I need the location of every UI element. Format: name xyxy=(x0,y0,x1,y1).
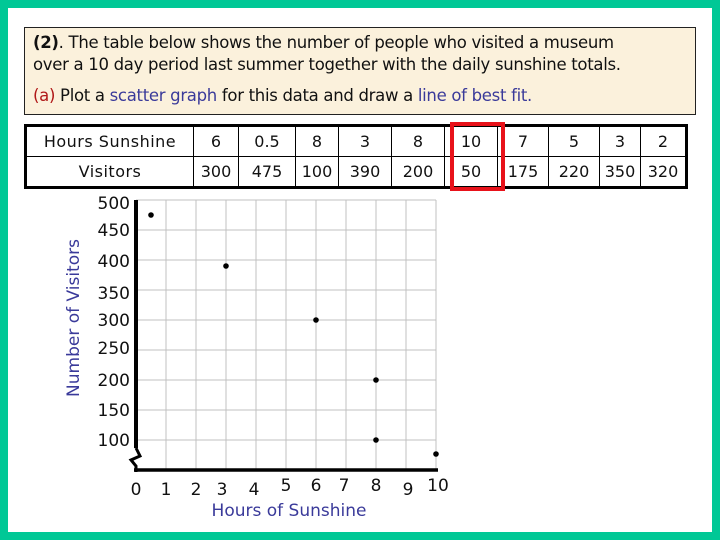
y-tick-label: 400 xyxy=(98,252,130,272)
x-tick-label: 8 xyxy=(371,476,382,496)
data-point xyxy=(313,317,319,323)
x-tick-label: 7 xyxy=(339,476,350,496)
data-point xyxy=(433,451,439,457)
x-tick-label: 6 xyxy=(311,476,322,496)
y-tick-label: 350 xyxy=(98,284,130,304)
y-tick-label: 250 xyxy=(98,339,130,359)
x-tick-label: 3 xyxy=(217,480,228,500)
data-point xyxy=(223,263,229,269)
x-tick-label: 2 xyxy=(191,480,202,500)
x-tick-label: 9 xyxy=(403,480,414,500)
data-point xyxy=(148,212,154,218)
x-tick-label: 4 xyxy=(249,480,260,500)
x-axis-title: Hours of Sunshine xyxy=(212,501,367,521)
x-tick-label: 10 xyxy=(427,476,449,496)
chart-grid xyxy=(136,199,437,470)
chart-points xyxy=(148,212,439,457)
x-tick-label: 0 xyxy=(131,480,142,500)
data-point xyxy=(373,377,379,383)
scatter-chart: 0 1 2 3 4 5 6 7 8 9 10100150200250300350400450500 … xyxy=(64,194,449,521)
data-point xyxy=(373,437,379,443)
y-tick-label: 300 xyxy=(98,311,130,331)
chart-axes xyxy=(128,200,438,472)
x-tick-label: 5 xyxy=(281,476,292,496)
y-tick-label: 450 xyxy=(98,221,130,241)
y-tick-label: 100 xyxy=(98,431,130,451)
y-tick-label: 500 xyxy=(98,194,130,214)
y-tick-label: 150 xyxy=(98,401,130,421)
y-tick-label: 200 xyxy=(98,371,130,391)
y-axis-title: Number of Visitors xyxy=(64,239,84,397)
x-tick-label: 1 xyxy=(161,480,172,500)
chart-tick-labels: 0 1 2 3 4 5 6 7 8 9 10 100 150 200 250 300 350 400 450 500 xyxy=(98,194,449,500)
